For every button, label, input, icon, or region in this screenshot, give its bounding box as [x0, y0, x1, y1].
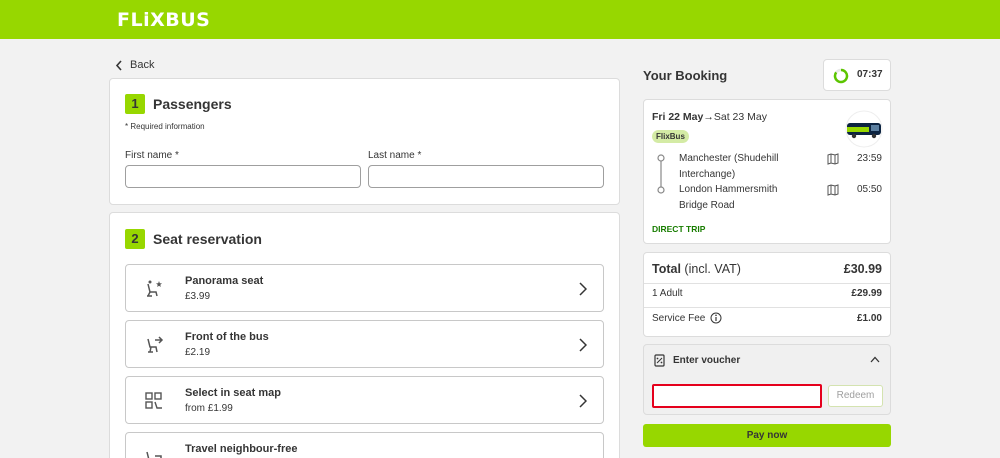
departure-stop: Manchester (Shudehill Interchange): [679, 153, 779, 180]
seat-option-name: Travel neighbour-free: [185, 443, 298, 455]
arrival-time: 05:50: [856, 184, 882, 195]
voucher-label: Enter voucher: [673, 355, 741, 366]
flixbus-logo[interactable]: FLiXBUS: [117, 9, 210, 31]
date-arrow: →: [703, 111, 714, 123]
departure-time: 23:59: [856, 153, 882, 164]
seat-option-neighbour-free[interactable]: Travel neighbour-free: [125, 432, 604, 458]
adult-row: 1 Adult £29.99: [652, 288, 882, 299]
total-value: £30.99: [843, 262, 882, 276]
trip-card: Fri 22 May→Sat 23 May FlixBus Manchester…: [643, 99, 891, 244]
fee-row: Service Fee £1.00: [652, 312, 882, 324]
step-number: 2: [125, 229, 145, 249]
seat-option-price: £3.99: [185, 291, 211, 302]
neighbour-free-icon: [146, 451, 162, 458]
voucher-input[interactable]: [652, 384, 822, 408]
trip-dates: Fri 22 May→Sat 23 May: [652, 111, 767, 123]
adult-label: 1 Adult: [652, 288, 683, 299]
info-icon[interactable]: [710, 312, 722, 324]
seat-option-name: Select in seat map: [185, 387, 281, 399]
passengers-heading: 1 Passengers: [125, 94, 232, 114]
seat-option-price: £2.19: [185, 347, 211, 358]
chevron-right-icon: [579, 338, 587, 352]
price-summary-card: Total (incl. VAT) £30.99 1 Adult £29.99 …: [643, 252, 891, 337]
adult-value: £29.99: [851, 288, 882, 299]
passengers-title: Passengers: [153, 96, 232, 112]
map-icon[interactable]: [827, 153, 839, 165]
total-label: Total: [652, 262, 681, 276]
map-icon[interactable]: [827, 184, 839, 196]
price-divider: [644, 283, 890, 284]
panorama-seat-icon: [147, 280, 162, 297]
chevron-right-icon: [579, 394, 587, 408]
departure-date: Fri 22 May: [652, 111, 704, 123]
seat-option-front[interactable]: Front of the bus £2.19: [125, 320, 604, 368]
top-bar: FLiXBUS: [0, 0, 1000, 39]
arrival-date: Sat 23 May: [713, 111, 767, 123]
trip-type-label: DIRECT TRIP: [652, 224, 706, 234]
back-label: Back: [130, 59, 155, 71]
fee-value: £1.00: [856, 312, 882, 324]
voucher-icon: [654, 354, 665, 367]
seat-reservation-card: 2 Seat reservation Panorama seat £3.99 F…: [109, 212, 620, 458]
seat-map-icon: [145, 392, 162, 409]
step-number: 1: [125, 94, 145, 114]
pay-now-button[interactable]: Pay now: [643, 424, 891, 447]
seat-option-price: from £1.99: [185, 403, 233, 414]
timer-ring-icon: [833, 68, 849, 84]
route-line: [657, 154, 665, 194]
passengers-card: 1 Passengers * Required information Firs…: [109, 78, 620, 205]
your-booking-title: Your Booking: [643, 68, 728, 83]
last-name-label: Last name *: [368, 150, 422, 161]
seat-reservation-title: Seat reservation: [153, 231, 262, 247]
first-name-label: First name *: [125, 150, 179, 161]
price-divider: [644, 307, 890, 308]
last-name-input[interactable]: [368, 165, 604, 188]
seat-reservation-heading: 2 Seat reservation: [125, 229, 262, 249]
timer-value: 07:37: [857, 69, 883, 80]
seat-option-name: Panorama seat: [185, 275, 264, 287]
bus-icon: [845, 110, 883, 148]
front-seat-icon: [147, 336, 164, 353]
seat-option-name: Front of the bus: [185, 331, 269, 343]
operator-badge: FlixBus: [652, 130, 689, 143]
seat-option-seat-map[interactable]: Select in seat map from £1.99: [125, 376, 604, 424]
back-link[interactable]: Back: [115, 59, 154, 71]
total-suffix: (incl. VAT): [684, 262, 741, 276]
total-row: Total (incl. VAT) £30.99: [652, 262, 882, 276]
redeem-button[interactable]: Redeem: [828, 385, 883, 407]
fee-label-group: Service Fee: [652, 312, 722, 324]
voucher-panel: Enter voucher Redeem: [643, 344, 891, 415]
chevron-right-icon: [579, 282, 587, 296]
first-name-input[interactable]: [125, 165, 361, 188]
seat-option-panorama[interactable]: Panorama seat £3.99: [125, 264, 604, 312]
fee-label: Service Fee: [652, 312, 706, 324]
arrival-stop: London Hammersmith Bridge Road: [679, 184, 778, 211]
chevron-up-icon[interactable]: [870, 356, 880, 363]
chevron-left-icon: [115, 59, 122, 71]
total-label-group: Total (incl. VAT): [652, 262, 741, 276]
required-note: * Required information: [125, 122, 205, 131]
session-timer: 07:37: [823, 59, 891, 91]
